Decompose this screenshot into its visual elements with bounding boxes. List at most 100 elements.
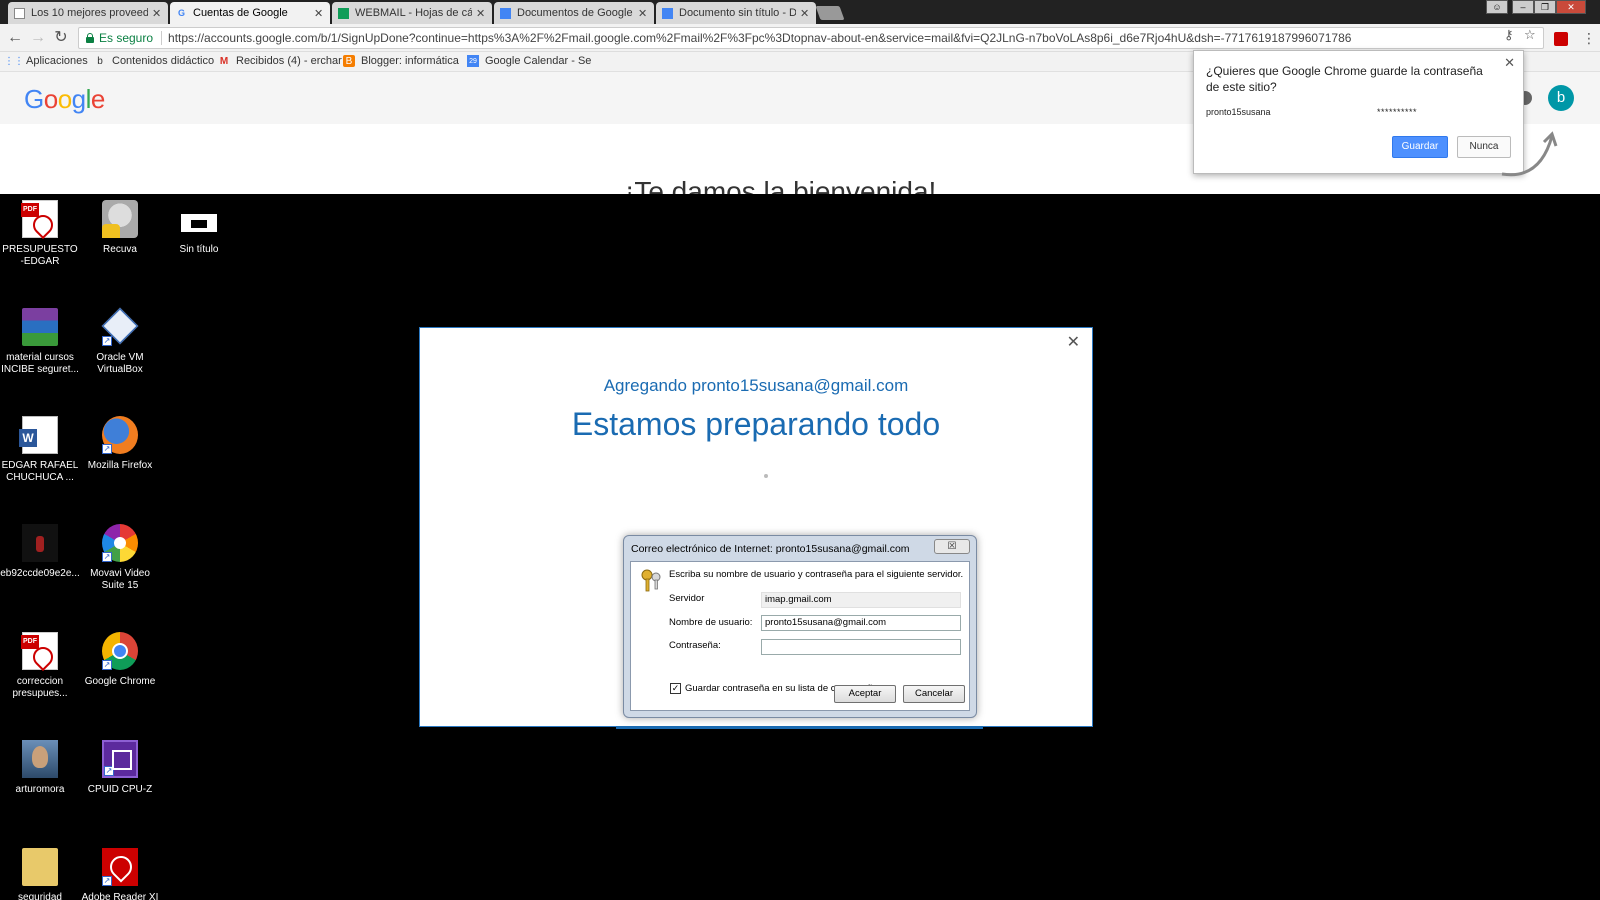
desktop-icon-label: Mozilla Firefox bbox=[87, 460, 153, 471]
calendar-icon: 29 bbox=[467, 55, 479, 67]
desktop-icon-label: eb92ccde09e2e... bbox=[0, 568, 80, 579]
close-icon[interactable]: ✕ bbox=[152, 7, 162, 20]
docs-icon bbox=[500, 7, 511, 19]
desktop-icon-edgar-word[interactable]: EDGAR RAFAEL CHUCHUCA ... bbox=[0, 416, 80, 484]
back-arrow-icon[interactable]: ← bbox=[5, 28, 25, 48]
setup-title: Estamos preparando todo bbox=[571, 406, 941, 442]
address-bar[interactable]: Es seguro https://accounts.google.com/b/… bbox=[78, 27, 1544, 49]
close-icon[interactable]: ✕ bbox=[476, 7, 486, 20]
desktop-icon-arturomora[interactable]: arturomora bbox=[0, 740, 80, 796]
tab-4[interactable]: Documento sin título - D ✕ bbox=[656, 2, 816, 24]
username-label: Nombre de usuario: bbox=[669, 617, 753, 628]
desktop-icon-virtualbox[interactable]: ↗ Oracle VM VirtualBox bbox=[80, 307, 160, 376]
desktop-icon-label: Movavi Video Suite 15 bbox=[90, 568, 150, 591]
new-tab-button[interactable] bbox=[815, 6, 845, 20]
tab-0[interactable]: Los 10 mejores proveedo ✕ bbox=[8, 2, 168, 24]
server-label: Servidor bbox=[669, 593, 705, 604]
movavi-icon: ↗ bbox=[102, 524, 138, 562]
blogger-icon: B bbox=[343, 55, 355, 67]
desktop-icon-label: material cursos INCIBE seguret... bbox=[1, 352, 79, 375]
key-icon[interactable]: ⚷ bbox=[1504, 27, 1514, 43]
save-password-bubble: ¿Quieres que Google Chrome guarde la con… bbox=[1193, 50, 1524, 174]
browser-toolbar: ← → ↻ Es seguro https://accounts.google.… bbox=[0, 24, 1600, 52]
docs-icon bbox=[662, 7, 673, 19]
save-password-button[interactable]: Guardar bbox=[1392, 136, 1448, 158]
reload-icon[interactable]: ↻ bbox=[51, 28, 71, 48]
close-icon[interactable]: ✕ bbox=[1067, 332, 1080, 352]
welcome-heading: ¡Te damos la bienvenida! bbox=[625, 176, 937, 194]
accept-button[interactable]: Aceptar bbox=[834, 685, 896, 703]
word-icon bbox=[19, 416, 58, 454]
close-icon[interactable]: ✕ bbox=[638, 7, 648, 20]
desktop-icon-label: PRESUPUESTO -EDGAR bbox=[2, 244, 78, 267]
desktop-icon-movavi[interactable]: ↗ Movavi Video Suite 15 bbox=[80, 524, 160, 592]
tab-title: Documentos de Google bbox=[517, 7, 633, 19]
window-close-button[interactable]: ✕ bbox=[1556, 0, 1586, 14]
progress-bar bbox=[616, 726, 983, 729]
desktop-icon-chrome[interactable]: ↗ Google Chrome bbox=[80, 632, 160, 688]
close-button[interactable]: ☒ bbox=[934, 539, 970, 554]
desktop-icon-cpuz[interactable]: ↗ CPUID CPU-Z bbox=[80, 740, 160, 796]
desktop-icon-label: seguridad bbox=[18, 892, 62, 900]
bookmark-contenidos[interactable]: b Contenidos didáctico bbox=[94, 55, 214, 67]
close-icon[interactable]: ✕ bbox=[800, 7, 810, 20]
desktop-icon-label: Adobe Reader XI bbox=[81, 892, 159, 900]
keys-icon bbox=[641, 569, 661, 592]
arrow-swoosh-icon bbox=[1501, 131, 1558, 177]
folder-icon bbox=[22, 848, 58, 886]
password-label: Contraseña: bbox=[669, 640, 721, 651]
desktop-icon-recuva[interactable]: ↗ Recuva bbox=[80, 200, 160, 256]
menu-icon[interactable]: ⋮ bbox=[1582, 30, 1596, 47]
cancel-button[interactable]: Cancelar bbox=[903, 685, 965, 703]
loading-indicator bbox=[764, 474, 768, 478]
url-text[interactable]: https://accounts.google.com/b/1/SignUpDo… bbox=[168, 31, 1543, 45]
forward-arrow-icon[interactable]: → bbox=[28, 28, 48, 48]
bookmark-apps[interactable]: ⋮⋮ Aplicaciones bbox=[4, 55, 88, 67]
adding-account-text: Agregando pronto15susana@gmail.com bbox=[603, 376, 909, 395]
close-icon[interactable]: ✕ bbox=[1504, 55, 1515, 71]
save-password-question: ¿Quieres que Google Chrome guarde la con… bbox=[1206, 64, 1483, 94]
extension-icon[interactable] bbox=[1554, 32, 1568, 46]
secure-label: Es seguro bbox=[99, 31, 163, 45]
adobe-reader-icon: ↗ bbox=[102, 848, 138, 886]
save-password-checkbox[interactable]: ✓ bbox=[670, 683, 681, 694]
desktop-icon-material-cursos[interactable]: material cursos INCIBE seguret... bbox=[0, 308, 80, 376]
desktop-icon-firefox[interactable]: ↗ Mozilla Firefox bbox=[80, 416, 160, 472]
gmail-icon: M bbox=[219, 55, 229, 67]
screen: Los 10 mejores proveedo ✕ G Cuentas de G… bbox=[0, 0, 1600, 900]
username-input[interactable]: pronto15susana@gmail.com bbox=[761, 615, 961, 631]
star-icon[interactable]: ☆ bbox=[1524, 27, 1536, 43]
password-input[interactable] bbox=[761, 639, 961, 655]
desktop-icon-label: CPUID CPU-Z bbox=[87, 784, 153, 795]
desktop-icon-sin-titulo[interactable]: Sin título bbox=[159, 200, 239, 256]
tab-strip: Los 10 mejores proveedo ✕ G Cuentas de G… bbox=[0, 0, 1600, 24]
firefox-icon: ↗ bbox=[102, 416, 138, 454]
desktop-icon-seguridad[interactable]: seguridad bbox=[0, 848, 80, 900]
close-icon[interactable]: ✕ bbox=[314, 7, 324, 20]
tab-2[interactable]: WEBMAIL - Hojas de cálc ✕ bbox=[332, 2, 492, 24]
saved-password-mask: ********** bbox=[1377, 107, 1418, 117]
user-icon[interactable]: ☺ bbox=[1486, 0, 1508, 14]
pdf-icon bbox=[21, 200, 58, 238]
tab-3[interactable]: Documentos de Google ✕ bbox=[494, 2, 654, 24]
desktop-icon-adobe-reader[interactable]: ↗ Adobe Reader XI bbox=[80, 848, 160, 900]
bookmark-recibidos[interactable]: M Recibidos (4) - erchar bbox=[218, 55, 342, 67]
bookmark-blogger[interactable]: B Blogger: informática bbox=[343, 55, 459, 67]
dialog-title: Correo electrónico de Internet: pronto15… bbox=[631, 543, 910, 555]
bookmark-label: Blogger: informática bbox=[361, 55, 459, 67]
desktop-icon-correccion[interactable]: correccion presupues... bbox=[0, 632, 80, 700]
bookmark-label: Google Calendar - Se bbox=[485, 55, 592, 67]
instructions-text: Escriba su nombre de usuario y contraseñ… bbox=[669, 569, 964, 580]
restore-button[interactable]: ❐ bbox=[1534, 0, 1556, 14]
bookmark-label: Recibidos (4) - erchar bbox=[236, 55, 342, 67]
avatar[interactable]: b bbox=[1548, 85, 1574, 111]
apps-grid-icon: ⋮⋮ bbox=[4, 55, 24, 67]
photo-icon bbox=[22, 740, 58, 778]
desktop-icon-presupuesto[interactable]: PRESUPUESTO -EDGAR bbox=[0, 200, 80, 268]
desktop-icon-eb92[interactable]: eb92ccde09e2e... bbox=[0, 524, 80, 580]
tab-1[interactable]: G Cuentas de Google ✕ bbox=[170, 2, 330, 24]
bookmark-calendar[interactable]: 29 Google Calendar - Se bbox=[467, 55, 591, 67]
recuva-icon: ↗ bbox=[102, 200, 138, 238]
minimize-button[interactable]: – bbox=[1512, 0, 1534, 14]
bookmark-label: Contenidos didáctico bbox=[112, 55, 215, 67]
